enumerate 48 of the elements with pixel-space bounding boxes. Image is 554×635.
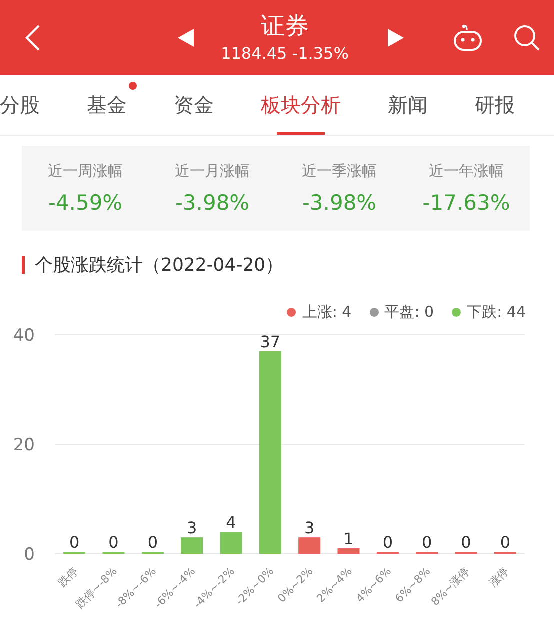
- section-title: 个股涨跌统计（2022-04-20）: [35, 254, 284, 277]
- category-label: 涨停: [486, 564, 512, 590]
- search-icon[interactable]: [513, 24, 541, 52]
- bar-value-label: 37: [260, 332, 281, 352]
- stat-value: -3.98%: [175, 191, 250, 215]
- bar: [298, 538, 321, 554]
- tab[interactable]: 资金: [174, 92, 214, 118]
- tab[interactable]: 新闻: [388, 92, 428, 118]
- bar-value-label: 0: [382, 533, 393, 552]
- tab[interactable]: 基金: [87, 92, 127, 118]
- stat-label: 近一周涨幅: [48, 162, 123, 181]
- page-title: 证券: [261, 10, 309, 40]
- bar-value-label: 0: [70, 533, 80, 552]
- tab[interactable]: 板块分析: [261, 92, 341, 118]
- bar: [181, 538, 204, 554]
- bar: [338, 548, 360, 554]
- next-icon[interactable]: [388, 28, 404, 46]
- category-label: 跌停: [56, 564, 81, 590]
- legend-label: 下跌: 44: [467, 302, 526, 322]
- tab[interactable]: 分股: [0, 92, 40, 118]
- bar-value-label: 0: [461, 533, 472, 552]
- bar: [220, 532, 242, 554]
- legend-label: 上涨: 4: [302, 302, 352, 322]
- stat-label: 近一月涨幅: [175, 162, 250, 181]
- stat-value: -17.63%: [422, 191, 510, 215]
- axis-tick-label: 40: [13, 326, 35, 346]
- index-quote: 1184.45 -1.35%: [221, 42, 349, 64]
- back-icon[interactable]: [25, 24, 41, 52]
- stat-value: -3.98%: [302, 191, 377, 215]
- stat-label: 近一年涨幅: [429, 162, 504, 181]
- bar-value-label: 3: [187, 518, 198, 538]
- stat-value: -4.59%: [48, 191, 123, 215]
- bar-value-label: 0: [108, 533, 119, 552]
- bar-value-label: 0: [422, 533, 432, 552]
- bar-value-label: 0: [148, 533, 158, 552]
- tab-indicator: [277, 132, 325, 135]
- tab[interactable]: 研报: [475, 92, 515, 118]
- robot-icon[interactable]: [453, 24, 483, 52]
- axis-tick-label: 0: [24, 545, 35, 565]
- previous-icon[interactable]: [178, 28, 194, 46]
- bar-value-label: 0: [500, 533, 510, 552]
- bar-value-label: 1: [344, 530, 354, 549]
- bar-value-label: 3: [304, 518, 315, 538]
- axis-tick-label: 20: [13, 436, 35, 456]
- bar-value-label: 4: [226, 513, 236, 532]
- stat-label: 近一季涨幅: [302, 162, 377, 181]
- legend-label: 平盘: 0: [384, 302, 434, 322]
- title-marker: [22, 256, 25, 274]
